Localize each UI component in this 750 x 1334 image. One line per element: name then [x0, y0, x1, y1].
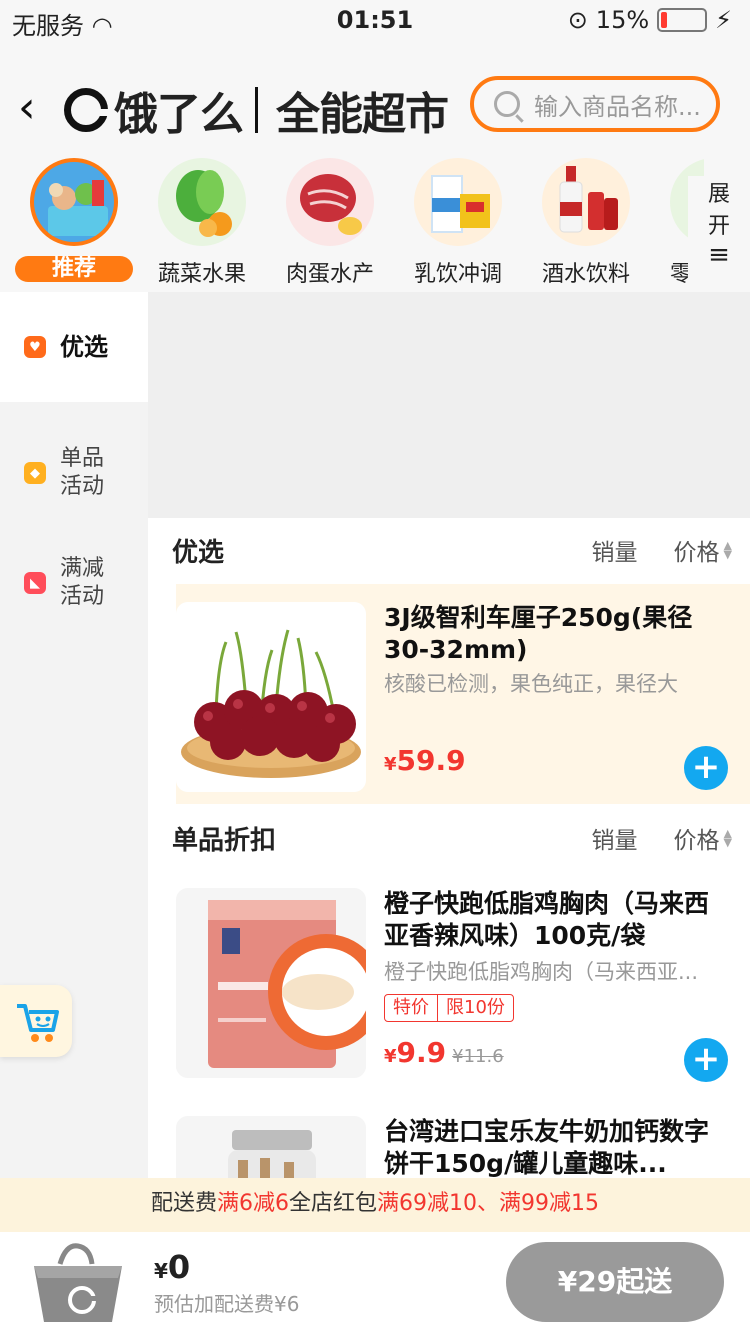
store-logo: 饿了么 全能超市	[64, 78, 449, 142]
category-label: 蔬菜水果	[157, 262, 246, 287]
discount-icon: ◣	[24, 572, 46, 594]
product-image-cherries	[176, 602, 366, 792]
banner-placeholder	[148, 292, 750, 518]
currency-symbol: ¥	[384, 754, 397, 775]
section-title: 单品折扣	[172, 825, 277, 856]
product-image-biscuits	[176, 1116, 366, 1178]
category-vegetables[interactable]: 蔬菜水果	[152, 158, 252, 288]
product-price: ¥9.9 ¥11.6	[384, 1036, 504, 1069]
category-label: 酒水饮料	[541, 262, 630, 287]
sort-by-price[interactable]: 价格 ▲ ▼	[674, 533, 732, 567]
search-placeholder: 输入商品名称...	[534, 92, 701, 121]
header: ‹ 饿了么 全能超市 输入商品名称... 推荐 蔬菜水果 肉蛋水产 乳饮冲调 酒…	[0, 42, 750, 306]
product-desc: 橙子快跑低脂鸡胸肉（马来西亚...	[384, 960, 699, 984]
product-name: 3J级智利车厘子250g(果径30-32mm)	[384, 603, 693, 664]
orientation-lock-icon: ⊙	[567, 6, 588, 34]
sidebar-item-label: 满减活动	[60, 556, 105, 609]
battery-level	[661, 12, 668, 28]
sort-price-label: 价格	[673, 540, 720, 566]
currency-symbol: ¥	[384, 1046, 397, 1067]
currency-symbol: ¥	[154, 1259, 168, 1283]
category-strip: 推荐 蔬菜水果 肉蛋水产 乳饮冲调 酒水饮料 零	[0, 158, 704, 288]
logo-text: 饿了么	[114, 89, 244, 140]
product-card[interactable]: 橙子快跑低脂鸡胸肉（马来西亚香辣风味）100克/袋 橙子快跑低脂鸡胸肉（马来西亚…	[172, 870, 750, 1090]
battery-icon	[657, 8, 708, 32]
menu-icon: ≡	[708, 240, 730, 270]
product-card[interactable]: 台湾进口宝乐友牛奶加钙数字饼干150g/罐儿童趣味...	[172, 1098, 750, 1178]
min-order-button[interactable]: ¥29起送	[506, 1242, 724, 1322]
sort-arrows-icon: ▲ ▼	[723, 827, 732, 849]
sidebar-item-discount-activity[interactable]: ◣ 满减活动	[0, 528, 148, 638]
meat-image	[286, 158, 374, 246]
promo-tags: 特价 限10份	[384, 994, 514, 1022]
search-icon	[494, 91, 520, 117]
category-label: 推荐	[15, 256, 133, 282]
sidebar-item-single-activity[interactable]: ◆ 单品活动	[0, 418, 148, 528]
expand-label-1: 展	[707, 182, 730, 207]
add-to-cart-button[interactable]: +	[684, 746, 728, 790]
discount-section-header: 单品折扣 销量 价格 ▲ ▼	[172, 808, 732, 868]
sort-arrows-icon: ▲ ▼	[723, 539, 732, 561]
category-drinks[interactable]: 酒水饮料	[536, 158, 636, 288]
sort-price-label: 价格	[673, 828, 720, 854]
section-title: 优选	[172, 537, 225, 568]
product-image-chicken-breast	[176, 888, 366, 1078]
charging-icon: ⚡	[715, 6, 732, 34]
sidebar-item-featured[interactable]: ♥ 优选	[0, 292, 148, 402]
expand-categories-button[interactable]: 展 开 ≡	[688, 176, 750, 306]
battery-percent: 15%	[595, 6, 650, 34]
eleme-logo-icon	[64, 88, 109, 132]
category-label: 肉蛋水产	[285, 262, 374, 287]
smiley-cart-icon	[17, 1004, 59, 1042]
sidebar-item-label: 优选	[60, 333, 108, 361]
cart-basket-icon[interactable]	[30, 1242, 126, 1328]
price-value: 9.9	[396, 1036, 447, 1069]
cart-total: ¥0	[154, 1248, 190, 1286]
product-price: ¥59.9	[384, 744, 466, 777]
assistant-float-button[interactable]	[0, 985, 72, 1057]
sort-by-sales[interactable]: 销量	[592, 533, 638, 567]
category-meat-eggs[interactable]: 肉蛋水产	[280, 158, 380, 288]
special-price-tag: 特价	[393, 997, 429, 1018]
original-price: ¥11.6	[452, 1046, 504, 1067]
promo-prefix: 配送费	[150, 1191, 217, 1216]
back-button[interactable]: ‹	[18, 82, 36, 133]
store-name: 全能超市	[276, 89, 449, 140]
add-to-cart-button[interactable]: +	[684, 1038, 728, 1082]
expand-label-2: 开	[707, 214, 730, 239]
product-desc: 核酸已检测，果色纯正，果径大	[384, 672, 678, 696]
limit-tag: 限10份	[437, 995, 513, 1021]
dairy-image	[414, 158, 502, 246]
cart-total-value: 0	[167, 1248, 191, 1286]
search-input[interactable]: 输入商品名称...	[470, 76, 720, 132]
recommend-image	[30, 158, 118, 246]
sort-by-price[interactable]: 价格 ▲ ▼	[674, 821, 732, 855]
product-card[interactable]: 3J级智利车厘子250g(果径30-32mm) 核酸已检测，果色纯正，果径大 ¥…	[176, 584, 750, 804]
product-list: 优选 销量 价格 ▲ ▼ 3J级智利车厘子250g(果径30-32mm) 核酸已检测…	[148, 518, 750, 1178]
cart-bar: ¥0 预估加配送费¥6 ¥29起送	[0, 1232, 750, 1334]
featured-section-header: 优选 销量 价格 ▲ ▼	[172, 520, 732, 580]
category-label: 乳饮冲调	[413, 262, 502, 287]
promo-redpacket: 满69减10、满99减15	[377, 1191, 599, 1216]
delivery-promo-bar: 配送费满6减6全店红包满69减10、满99减15	[0, 1178, 750, 1232]
category-recommend[interactable]: 推荐	[15, 158, 133, 282]
logo-divider	[255, 87, 258, 133]
promo-delivery-discount: 满6减6	[217, 1191, 289, 1216]
category-dairy[interactable]: 乳饮冲调	[408, 158, 508, 288]
heart-icon: ♥	[24, 336, 46, 358]
drinks-image	[542, 158, 630, 246]
price-value: 59.9	[396, 744, 466, 777]
vegetables-image	[158, 158, 246, 246]
product-name: 橙子快跑低脂鸡胸肉（马来西亚香辣风味）100克/袋	[384, 889, 710, 950]
battery-status: ⊙ 15% ⚡	[568, 6, 732, 34]
sidebar-item-label: 单品活动	[60, 446, 105, 499]
promo-mid: 全店红包	[289, 1191, 378, 1216]
tag-icon: ◆	[24, 462, 46, 484]
delivery-fee-note: 预估加配送费¥6	[154, 1292, 300, 1316]
status-bar: 无服务 ◠ 01:51 ⊙ 15% ⚡	[0, 0, 750, 42]
sort-by-sales[interactable]: 销量	[592, 821, 638, 855]
product-name: 台湾进口宝乐友牛奶加钙数字饼干150g/罐儿童趣味...	[384, 1117, 710, 1178]
